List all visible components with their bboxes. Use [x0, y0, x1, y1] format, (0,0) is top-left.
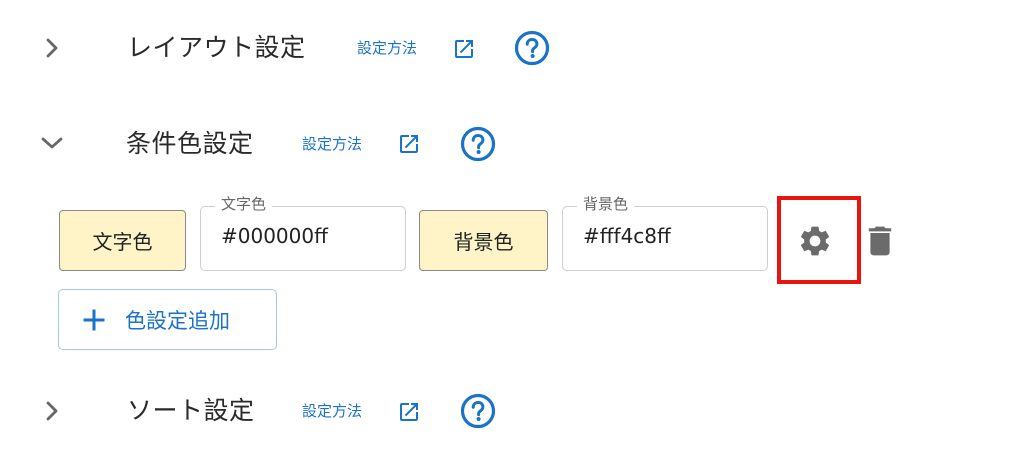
section-layout-header[interactable]: レイアウト設定 設定方法 [0, 22, 1031, 72]
bg-color-swatch-button[interactable]: 背景色 [419, 210, 548, 271]
bg-color-field-label: 背景色 [577, 194, 635, 214]
trash-icon[interactable] [866, 225, 894, 257]
text-color-input[interactable] [221, 224, 381, 248]
external-link-icon[interactable] [397, 400, 421, 428]
help-icon[interactable] [460, 126, 496, 166]
plus-icon [83, 309, 105, 331]
bg-color-field[interactable]: 背景色 [562, 194, 768, 271]
howto-link-condition-color[interactable]: 設定方法 [302, 134, 362, 154]
external-link-icon[interactable] [452, 37, 476, 65]
text-color-swatch-button[interactable]: 文字色 [59, 210, 186, 271]
howto-link-sort[interactable]: 設定方法 [302, 401, 362, 421]
chevron-right-icon[interactable] [40, 399, 64, 423]
chevron-down-icon[interactable] [40, 131, 64, 155]
bg-color-input[interactable] [583, 224, 743, 248]
help-icon[interactable] [460, 393, 496, 433]
howto-link-layout[interactable]: 設定方法 [357, 38, 417, 58]
add-color-setting-button[interactable]: 色設定追加 [58, 289, 277, 350]
chevron-right-icon[interactable] [40, 36, 64, 60]
text-color-field[interactable]: 文字色 [200, 194, 406, 271]
text-color-field-label: 文字色 [215, 194, 273, 214]
section-title-layout: レイアウト設定 [127, 33, 306, 62]
add-color-setting-label: 色設定追加 [125, 308, 230, 333]
section-title-condition-color: 条件色設定 [126, 129, 254, 158]
section-title-sort: ソート設定 [127, 396, 255, 425]
external-link-icon[interactable] [397, 132, 421, 160]
section-sort-header[interactable]: ソート設定 設定方法 [0, 385, 1031, 435]
gear-icon[interactable] [797, 223, 833, 259]
section-condition-color-header[interactable]: 条件色設定 設定方法 [0, 118, 1031, 168]
help-icon[interactable] [514, 30, 550, 70]
